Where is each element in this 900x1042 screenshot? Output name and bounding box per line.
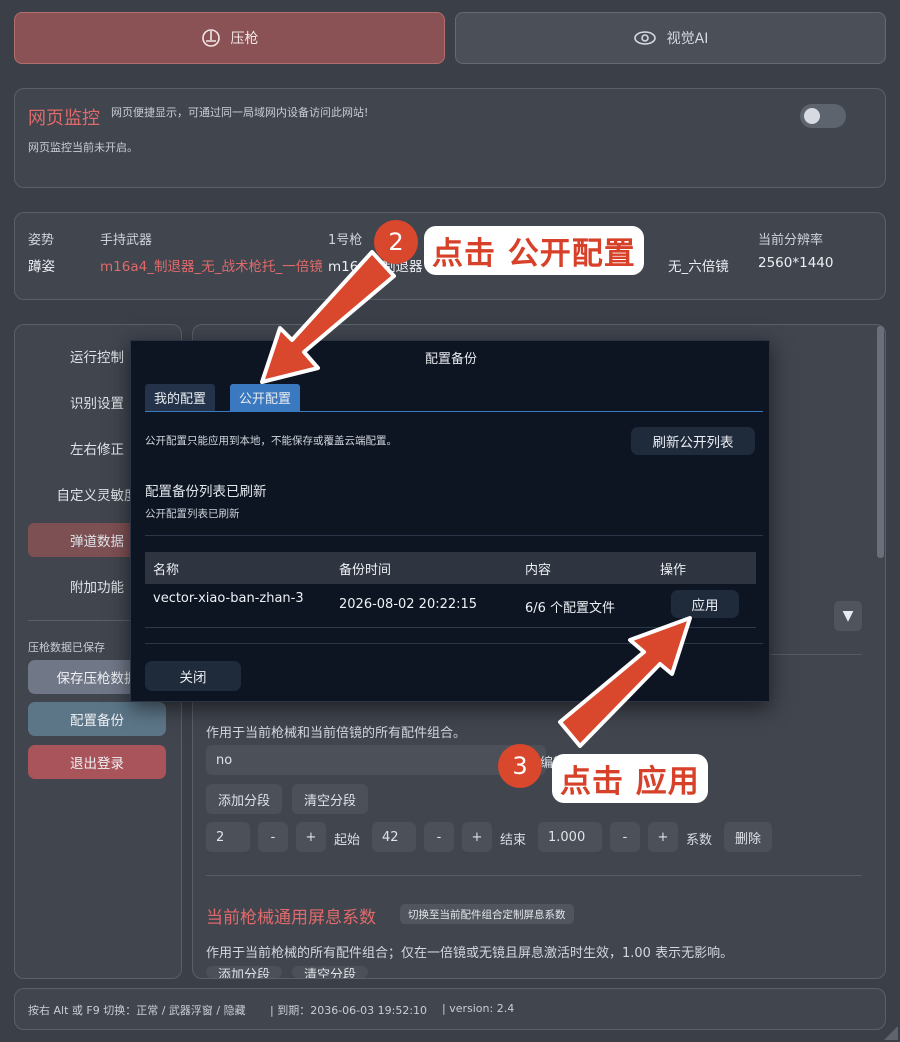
arrow-to-apply-icon	[558, 616, 692, 748]
annotation-arrows	[260, 250, 692, 748]
step3-badge: 3	[498, 744, 542, 788]
step2-callout: 点击 公开配置	[424, 226, 644, 275]
step2-badge: 2	[374, 220, 418, 264]
arrow-to-public-tab-icon	[260, 250, 396, 384]
step3-callout: 点击 应用	[552, 754, 708, 803]
